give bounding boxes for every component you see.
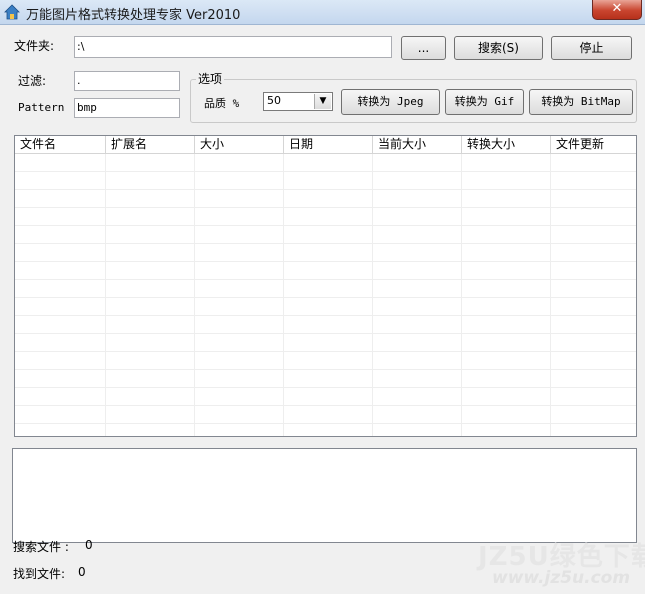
column-header-date[interactable]: 日期 [284, 136, 373, 153]
folder-path-input[interactable]: :\ [74, 36, 392, 58]
browse-button[interactable]: ... [401, 36, 446, 60]
table-row[interactable] [15, 226, 636, 244]
table-row[interactable] [15, 262, 636, 280]
folder-label: 文件夹: [14, 39, 55, 53]
quality-select[interactable]: 50 ▼ [263, 92, 333, 111]
file-list-header: 文件名 扩展名 大小 日期 当前大小 转换大小 文件更新 [15, 136, 636, 154]
search-button[interactable]: 搜索(S) [454, 36, 543, 60]
chevron-down-icon[interactable]: ▼ [314, 94, 331, 109]
file-list-rows [15, 154, 636, 424]
log-text-area[interactable] [12, 448, 637, 543]
searched-files-label: 搜索文件 : [13, 540, 69, 554]
table-row[interactable] [15, 190, 636, 208]
table-row[interactable] [15, 154, 636, 172]
table-row[interactable] [15, 316, 636, 334]
column-header-filename[interactable]: 文件名 [15, 136, 106, 153]
filter-input[interactable]: . [74, 71, 180, 91]
convert-bitmap-button[interactable]: 转换为 BitMap [529, 89, 633, 115]
table-row[interactable] [15, 280, 636, 298]
column-header-size[interactable]: 大小 [195, 136, 284, 153]
app-house-icon [4, 4, 20, 20]
convert-jpeg-button[interactable]: 转换为 Jpeg [341, 89, 440, 115]
convert-gif-button[interactable]: 转换为 Gif [445, 89, 524, 115]
options-group-title: 选项 [196, 70, 225, 87]
found-files-label: 找到文件: [13, 567, 66, 581]
found-files-count: 0 [78, 565, 86, 579]
table-row[interactable] [15, 334, 636, 352]
stop-button[interactable]: 停止 [551, 36, 632, 60]
table-row[interactable] [15, 208, 636, 226]
table-row[interactable] [15, 370, 636, 388]
filter-label: 过滤: [18, 74, 47, 88]
column-header-extension[interactable]: 扩展名 [106, 136, 195, 153]
pattern-label: Pattern [18, 101, 65, 114]
table-row[interactable] [15, 352, 636, 370]
table-row[interactable] [15, 298, 636, 316]
quality-value: 50 [267, 94, 281, 107]
column-header-file-update[interactable]: 文件更新 [551, 136, 636, 153]
table-row[interactable] [15, 172, 636, 190]
window-title: 万能图片格式转换处理专家 Ver2010 [26, 8, 241, 23]
table-row[interactable] [15, 406, 636, 424]
column-header-current-size[interactable]: 当前大小 [373, 136, 462, 153]
searched-files-count: 0 [85, 538, 93, 552]
table-row[interactable] [15, 244, 636, 262]
quality-label: 品质 % [204, 97, 240, 110]
watermark-url: www.jz5u.com [492, 568, 631, 588]
site-watermark: JZ5U绿色下载 www.jz5u.com [478, 536, 645, 594]
column-header-converted-size[interactable]: 转换大小 [462, 136, 551, 153]
close-button[interactable]: ✕ [592, 0, 642, 20]
table-row[interactable] [15, 388, 636, 406]
title-bar: 万能图片格式转换处理专家 Ver2010 ✕ [0, 0, 645, 25]
pattern-input[interactable]: bmp [74, 98, 180, 118]
file-list[interactable]: 文件名 扩展名 大小 日期 当前大小 转换大小 文件更新 [14, 135, 637, 437]
main-window: 文件夹: :\ ... 搜索(S) 停止 过滤: . Pattern bmp 选… [0, 25, 645, 594]
